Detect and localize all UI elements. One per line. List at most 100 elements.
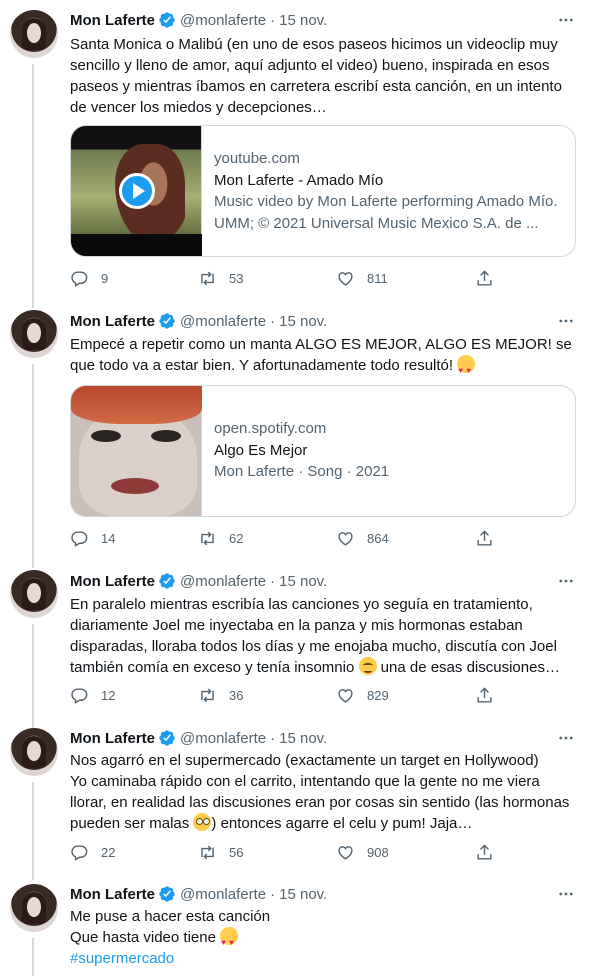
reply-button[interactable]: 14: [70, 528, 115, 548]
play-icon[interactable]: [119, 173, 155, 209]
tweet-text: Nos agarró en el supermercado (exactamen…: [70, 750, 580, 834]
tweet-text-line: Que hasta video tiene: [70, 927, 580, 953]
more-options-button[interactable]: [556, 884, 576, 904]
author-handle[interactable]: @monlaferte: [180, 730, 266, 747]
hashtag-link[interactable]: #supermercado: [70, 950, 174, 967]
tweet-date[interactable]: 15 nov.: [279, 573, 327, 590]
author-handle[interactable]: @monlaferte: [180, 573, 266, 590]
author-name[interactable]: Mon Laferte: [70, 12, 155, 29]
smiling-face-with-hearts-icon: [220, 927, 239, 953]
reply-button[interactable]: 12: [70, 685, 115, 705]
reply-count: 12: [101, 687, 116, 703]
video-thumbnail[interactable]: [71, 126, 202, 256]
tweet-header: Mon Laferte @monlaferte · 15 nov.: [70, 10, 327, 30]
retweet-button[interactable]: 36: [198, 685, 243, 705]
like-button[interactable]: 864: [336, 528, 389, 548]
tweet-text: Santa Monica o Malibú (en uno de esos pa…: [70, 34, 580, 118]
share-button[interactable]: [475, 268, 506, 288]
share-button[interactable]: [475, 685, 506, 705]
verified-badge-icon: [159, 730, 175, 746]
separator-dot: ·: [270, 885, 276, 903]
like-button[interactable]: 829: [336, 685, 389, 705]
like-icon: [338, 531, 353, 546]
reply-button[interactable]: 22: [70, 842, 115, 862]
tweet-text: Empecé a repetir como un manta ALGO ES M…: [70, 334, 580, 381]
share-button[interactable]: [475, 528, 506, 548]
tweet-text: Me puse a hacer esta canción Que hasta v…: [70, 906, 580, 969]
separator-dot: ·: [270, 11, 276, 29]
card-description: UMM; © 2021 Universal Music Mexico S.A. …: [214, 214, 539, 232]
retweet-icon: [201, 688, 214, 702]
share-icon: [477, 269, 492, 286]
retweet-count: 36: [229, 687, 244, 703]
smiling-face-with-hearts-icon: [457, 355, 476, 381]
more-icon: [559, 892, 573, 896]
card-domain: youtube.com: [214, 150, 300, 167]
tweet-text-span: ) entonces agarre el celu y pum! Jaja…: [211, 815, 473, 832]
link-card[interactable]: youtube.com Mon Laferte - Amado Mío Musi…: [70, 125, 576, 257]
share-icon: [477, 843, 492, 860]
woozy-face-icon: [358, 657, 377, 675]
author-name[interactable]: Mon Laferte: [70, 573, 155, 590]
tweet-text-line: En paralelo mientras escribía las cancio…: [70, 596, 533, 613]
like-count: 811: [367, 270, 388, 286]
card-body: youtube.com Mon Laferte - Amado Mío Musi…: [202, 126, 569, 256]
retweet-button[interactable]: 53: [198, 268, 243, 288]
retweet-count: 53: [229, 270, 244, 286]
reply-button[interactable]: 9: [70, 268, 108, 288]
tweet-text-span: pueden ser malas: [70, 815, 190, 832]
more-options-button[interactable]: [556, 311, 576, 331]
like-button[interactable]: 908: [336, 842, 389, 862]
album-art-thumbnail[interactable]: [71, 386, 202, 516]
tweet-date[interactable]: 15 nov.: [279, 886, 327, 903]
tweet-text: En paralelo mientras escribía las cancio…: [70, 594, 580, 678]
avatar[interactable]: [10, 10, 58, 58]
thread-connector-line: [32, 782, 34, 880]
avatar[interactable]: [10, 570, 58, 618]
author-name[interactable]: Mon Laferte: [70, 886, 155, 903]
verified-badge-icon: [159, 886, 175, 902]
tweet-date[interactable]: 15 nov.: [279, 12, 327, 29]
retweet-button[interactable]: 56: [198, 842, 243, 862]
like-button[interactable]: 811: [336, 268, 388, 288]
link-card[interactable]: open.spotify.com Algo Es Mejor Mon Lafer…: [70, 385, 576, 517]
avatar[interactable]: [10, 310, 58, 358]
more-options-button[interactable]: [556, 10, 576, 30]
retweet-count: 56: [229, 844, 244, 860]
tweet-text-line: de vencer los miedos y decepciones…: [70, 99, 327, 116]
tweet-text-line: que todo va a estar bien. Y afortunadame…: [70, 355, 580, 381]
card-description: Mon Laferte · Song · 2021: [214, 463, 390, 480]
verified-badge-icon: [159, 12, 175, 28]
tweet-text-line: pueden ser malas ) entonces agarre el ce…: [70, 813, 580, 834]
like-count: 864: [367, 530, 389, 546]
verified-badge-icon: [159, 313, 175, 329]
author-handle[interactable]: @monlaferte: [180, 886, 266, 903]
reply-icon: [71, 687, 88, 704]
retweet-button[interactable]: 62: [198, 528, 243, 548]
avatar[interactable]: [10, 884, 58, 932]
more-icon: [559, 736, 573, 740]
tweet-date[interactable]: 15 nov.: [279, 730, 327, 747]
reply-icon: [71, 530, 88, 547]
tweet-text-line: diariamente Joel me inyectaba en la panz…: [70, 617, 523, 634]
author-handle[interactable]: @monlaferte: [180, 12, 266, 29]
separator-dot: ·: [270, 729, 276, 747]
thread-connector-line: [32, 938, 34, 976]
author-name[interactable]: Mon Laferte: [70, 313, 155, 330]
reply-icon: [71, 270, 88, 287]
tweet-text-line: Santa Monica o Malibú (en uno de esos pa…: [70, 36, 558, 53]
more-options-button[interactable]: [556, 571, 576, 591]
tweet-text-line: Me puse a hacer esta canción: [70, 908, 271, 925]
like-count: 908: [367, 844, 389, 860]
author-handle[interactable]: @monlaferte: [180, 313, 266, 330]
separator-dot: ·: [270, 312, 276, 330]
retweet-count: 62: [229, 530, 244, 546]
share-button[interactable]: [475, 842, 506, 862]
tweet-date[interactable]: 15 nov.: [279, 313, 327, 330]
like-icon: [338, 845, 353, 860]
avatar[interactable]: [10, 728, 58, 776]
more-icon: [559, 319, 573, 323]
tweet-text-line: #supermercado: [70, 948, 580, 969]
more-options-button[interactable]: [556, 728, 576, 748]
author-name[interactable]: Mon Laferte: [70, 730, 155, 747]
